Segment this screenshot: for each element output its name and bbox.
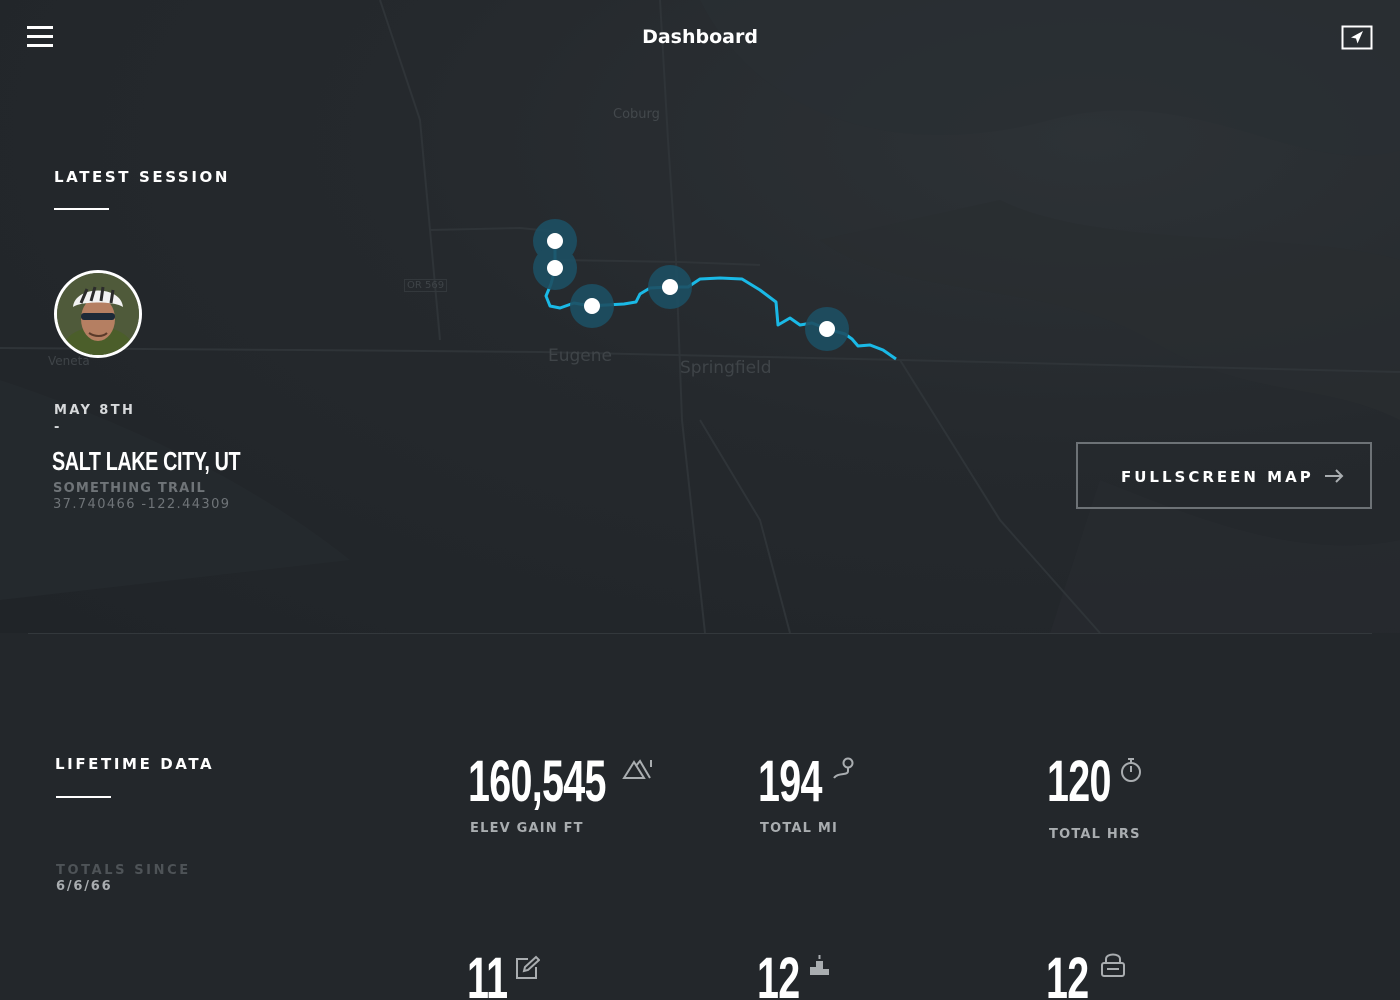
- latest-session-heading: LATEST SESSION: [54, 168, 231, 186]
- stat-value: 12: [757, 946, 800, 1000]
- stat-unit: ELEV GAIN FT: [470, 821, 584, 836]
- route-point: [819, 321, 835, 337]
- avatar[interactable]: [54, 270, 142, 358]
- route-point: [547, 260, 563, 276]
- stat-unit: TOTAL HRS: [1049, 827, 1141, 842]
- route-point: [547, 233, 563, 249]
- mountain-icon: [622, 758, 654, 784]
- totals-since-label: TOTALS SINCE: [56, 863, 191, 878]
- route-pin-icon: [830, 756, 856, 786]
- session-coordinates: 37.740466 -122.44309: [53, 497, 231, 512]
- session-date: MAY 8TH: [54, 403, 136, 418]
- stat-value: 120: [1047, 749, 1111, 814]
- arrow-right-icon: [1324, 466, 1344, 490]
- podium-icon: [809, 955, 831, 981]
- page-title: Dashboard: [642, 26, 758, 48]
- stat-unit: TOTAL MI: [760, 821, 839, 836]
- latest-session-underline: [54, 208, 109, 210]
- fullscreen-map-button[interactable]: FULLSCREEN MAP: [1076, 442, 1372, 509]
- stat-value: 160,545: [468, 749, 606, 814]
- fullscreen-map-label: FULLSCREEN MAP: [1121, 468, 1314, 486]
- session-date-separator: -: [54, 420, 60, 435]
- lifetime-data-heading: LIFETIME DATA: [55, 755, 215, 773]
- stat-value: 12: [1046, 946, 1089, 1000]
- session-location: SALT LAKE CITY, UT: [52, 446, 241, 476]
- edit-icon: [514, 955, 541, 985]
- stopwatch-icon: [1119, 757, 1143, 787]
- route-waypoint: [533, 219, 849, 351]
- locate-icon[interactable]: [1341, 25, 1373, 50]
- totals-since-date: 6/6/66: [56, 879, 113, 894]
- route-overlay: [533, 219, 897, 361]
- lifetime-data-underline: [56, 796, 111, 798]
- stat-value: 11: [467, 946, 508, 1000]
- stat-value: 194: [758, 749, 822, 814]
- route-point: [662, 279, 678, 295]
- session-trail: SOMETHING TRAIL: [53, 481, 206, 496]
- map[interactable]: Coburg Eugene Springfield OR 569 Veneta: [0, 0, 1400, 633]
- lock-icon: [1100, 951, 1126, 983]
- route-point: [584, 298, 600, 314]
- section-divider: [28, 633, 1372, 634]
